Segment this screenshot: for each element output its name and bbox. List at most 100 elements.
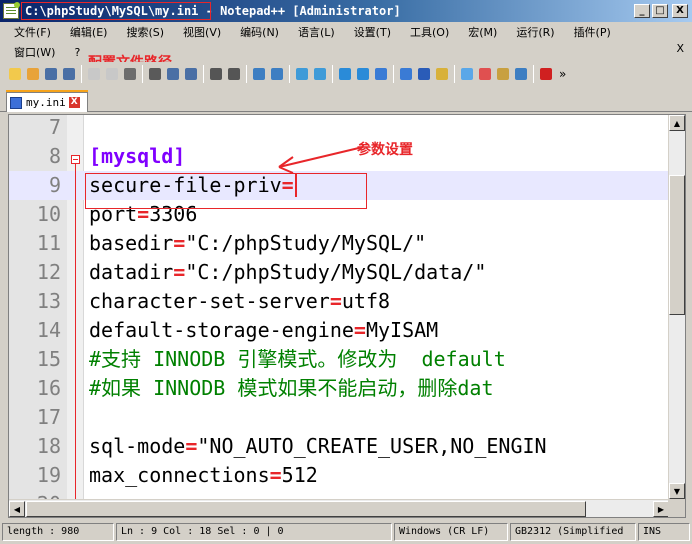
vertical-scrollbar[interactable]: ▲ ▼ xyxy=(668,115,685,499)
monitor-icon[interactable] xyxy=(512,66,529,83)
toolbar-separator xyxy=(203,65,204,83)
toolbar-overflow-icon[interactable]: » xyxy=(559,67,566,81)
close-button[interactable]: X xyxy=(672,4,688,18)
zoom-in-icon[interactable] xyxy=(293,66,310,83)
line-number: 18 xyxy=(36,434,61,458)
tab-close-icon[interactable]: X xyxy=(68,97,80,108)
zoom-out-icon[interactable] xyxy=(311,66,328,83)
line-number: 11 xyxy=(36,231,61,255)
close-document-button[interactable]: X xyxy=(676,42,684,55)
code-line[interactable]: 17 xyxy=(9,403,669,432)
code-token: "C:/phpStudy/MySQL/data/" xyxy=(185,260,487,284)
cut-icon[interactable] xyxy=(146,66,163,83)
record-icon[interactable] xyxy=(537,66,554,83)
horizontal-scrollbar[interactable]: ◀ ▶ xyxy=(9,499,669,517)
title-bar[interactable]: C:\phpStudy\MySQL\my.ini - Notepad++ [Ad… xyxy=(0,0,692,22)
wrap-icon[interactable] xyxy=(372,66,389,83)
code-line[interactable]: 15 #支持 INNODB 引擎模式。修改为 default xyxy=(9,345,669,374)
paste-icon[interactable] xyxy=(182,66,199,83)
scroll-right-icon[interactable]: ▶ xyxy=(653,501,669,517)
vertical-scroll-thumb[interactable] xyxy=(669,175,685,315)
menu-item[interactable]: 设置(T) xyxy=(344,24,400,40)
scroll-down-icon[interactable]: ▼ xyxy=(669,483,685,499)
close-icon[interactable] xyxy=(85,66,102,83)
lang-icon[interactable] xyxy=(433,66,450,83)
code-token: utf8 xyxy=(341,289,391,313)
code-text[interactable]: sql-mode="NO_AUTO_CREATE_USER,NO_ENGIN xyxy=(89,432,547,461)
print-icon[interactable] xyxy=(121,66,138,83)
code-line[interactable]: 16 #如果 INNODB 模式如果不能启动，删除dat xyxy=(9,374,669,403)
menu-item[interactable]: 搜索(S) xyxy=(116,24,173,40)
code-line[interactable]: 18 sql-mode="NO_AUTO_CREATE_USER,NO_ENGIN xyxy=(9,432,669,461)
doc-map-icon[interactable] xyxy=(458,66,475,83)
folder-icon[interactable] xyxy=(494,66,511,83)
replace-icon[interactable] xyxy=(268,66,285,83)
code-token: "C:/phpStudy/MySQL/" xyxy=(185,231,427,255)
status-eol[interactable]: Windows (CR LF) xyxy=(394,523,508,541)
indent-guide-icon[interactable] xyxy=(415,66,432,83)
save-icon[interactable] xyxy=(42,66,59,83)
new-icon[interactable] xyxy=(6,66,23,83)
tab-label: my.ini xyxy=(26,96,66,109)
menu-item[interactable]: 文件(F) xyxy=(4,24,60,40)
line-number: 8 xyxy=(48,144,61,168)
code-line[interactable]: 7 xyxy=(9,115,669,142)
toolbar-separator xyxy=(332,65,333,83)
toolbar: » xyxy=(0,62,692,86)
menu-item[interactable]: ? xyxy=(64,46,89,59)
notepad-plus-plus-icon[interactable] xyxy=(3,2,20,19)
status-encoding[interactable]: GB2312 (Simplified xyxy=(510,523,636,541)
code-text[interactable]: max_connections=512 xyxy=(89,461,318,490)
code-text[interactable]: character-set-server=utf8 xyxy=(89,287,390,316)
fold-toggle-icon[interactable] xyxy=(71,155,80,164)
editor[interactable]: 7 8 [mysqld] 9 secure-file-priv= 10 port=3306 1… xyxy=(8,114,686,518)
sync-h-icon[interactable] xyxy=(354,66,371,83)
copy-icon[interactable] xyxy=(164,66,181,83)
toolbar-separator xyxy=(454,65,455,83)
status-mode[interactable]: INS xyxy=(638,523,690,541)
code-text[interactable]: datadir="C:/phpStudy/MySQL/data/" xyxy=(89,258,486,287)
code-text[interactable]: [mysqld] xyxy=(89,142,185,171)
code-line[interactable]: 12 datadir="C:/phpStudy/MySQL/data/" xyxy=(9,258,669,287)
code-line[interactable]: 13 character-set-server=utf8 xyxy=(9,287,669,316)
function-list-icon[interactable] xyxy=(476,66,493,83)
redo-icon[interactable] xyxy=(225,66,242,83)
menu-item[interactable]: 运行(R) xyxy=(506,24,563,40)
menu-item[interactable]: 工具(O) xyxy=(400,24,458,40)
open-icon[interactable] xyxy=(24,66,41,83)
maximize-button[interactable]: □ xyxy=(652,4,668,18)
code-text[interactable]: basedir="C:/phpStudy/MySQL/" xyxy=(89,229,426,258)
menu-item[interactable]: 宏(M) xyxy=(458,24,506,40)
code-line[interactable]: 19 max_connections=512 xyxy=(9,461,669,490)
code-text[interactable]: #如果 INNODB 模式如果不能启动，删除dat xyxy=(89,374,494,403)
scrollbar-corner xyxy=(668,499,685,517)
line-number: 7 xyxy=(48,115,61,139)
status-bar: length : 980 Ln : 9 Col : 18 Sel : 0 | 0… xyxy=(0,520,692,544)
path-highlight-box xyxy=(21,2,211,20)
tab-strip: my.ini X xyxy=(0,88,692,112)
minimize-button[interactable]: _ xyxy=(634,4,650,18)
code-line[interactable]: 14 default-storage-engine=MyISAM xyxy=(9,316,669,345)
undo-icon[interactable] xyxy=(207,66,224,83)
toolbar-separator xyxy=(246,65,247,83)
find-icon[interactable] xyxy=(250,66,267,83)
menu-item[interactable]: 窗口(W) xyxy=(4,44,64,60)
close-all-icon[interactable] xyxy=(103,66,120,83)
menu-item[interactable]: 插件(P) xyxy=(564,24,620,40)
horizontal-scroll-thumb[interactable] xyxy=(26,501,586,517)
save-all-icon[interactable] xyxy=(60,66,77,83)
menu-item[interactable]: 语言(L) xyxy=(288,24,344,40)
code-text[interactable]: default-storage-engine=MyISAM xyxy=(89,316,438,345)
menu-item[interactable]: 编码(N) xyxy=(230,24,288,40)
code-line[interactable]: 11 basedir="C:/phpStudy/MySQL/" xyxy=(9,229,669,258)
tab-my-ini[interactable]: my.ini X xyxy=(6,92,88,112)
menu-item[interactable]: 视图(V) xyxy=(173,24,230,40)
code-token: = xyxy=(329,289,342,313)
status-position: Ln : 9 Col : 18 Sel : 0 | 0 xyxy=(116,523,392,541)
scroll-left-icon[interactable]: ◀ xyxy=(9,501,25,517)
sync-v-icon[interactable] xyxy=(336,66,353,83)
code-text[interactable]: #支持 INNODB 引擎模式。修改为 default xyxy=(89,345,506,374)
scroll-up-icon[interactable]: ▲ xyxy=(669,115,685,131)
all-chars-icon[interactable] xyxy=(397,66,414,83)
menu-item[interactable]: 编辑(E) xyxy=(60,24,117,40)
